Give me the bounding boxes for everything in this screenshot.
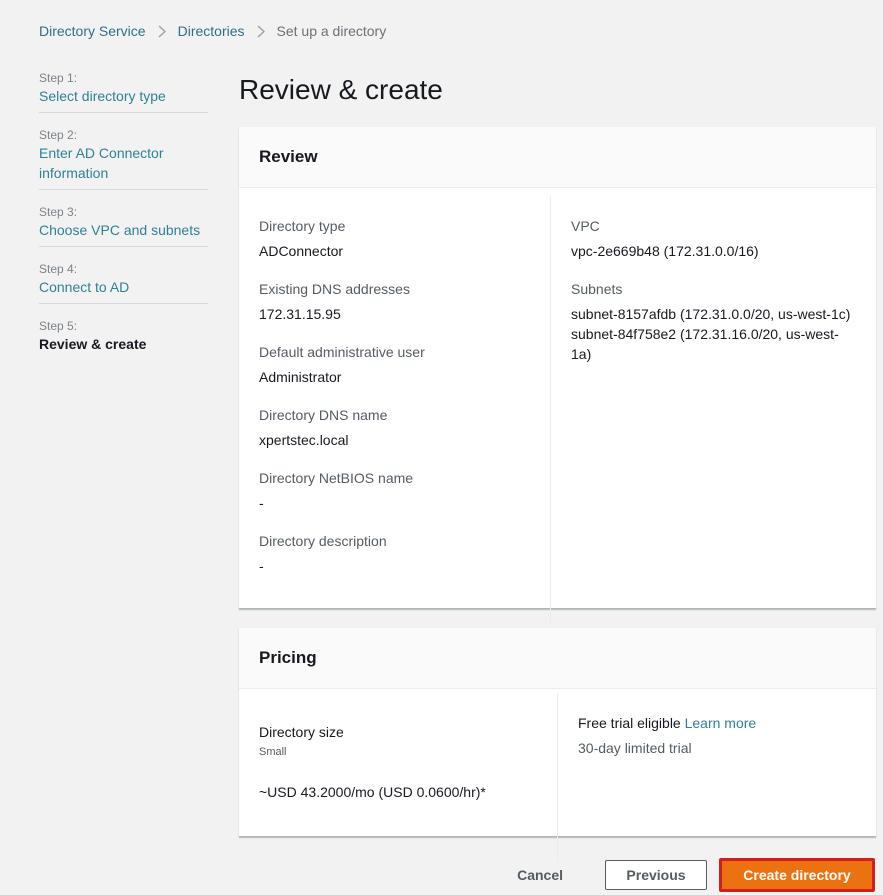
subnet-value: subnet-8157afdb (172.31.0.0/20, us-west-… bbox=[571, 306, 851, 322]
wizard-step-5: Step 5: Review & create bbox=[39, 318, 208, 360]
step-link-choose-vpc-subnets[interactable]: Choose VPC and subnets bbox=[39, 220, 208, 240]
wizard-step-2: Step 2: Enter AD Connector information bbox=[39, 127, 208, 190]
field-value: ADConnector bbox=[259, 243, 344, 259]
field-vpc: VPC vpc-2e669b48 (172.31.0.0/16) bbox=[571, 216, 856, 261]
field-value: - bbox=[259, 495, 264, 511]
wizard-step-3: Step 3: Choose VPC and subnets bbox=[39, 204, 208, 247]
directory-size-value: Small bbox=[259, 746, 287, 758]
field-netbios-name: Directory NetBIOS name - bbox=[259, 468, 530, 513]
step-number: Step 1: bbox=[39, 71, 78, 85]
step-link-enter-ad-connector-info[interactable]: Enter AD Connector information bbox=[39, 143, 208, 183]
wizard-step-4: Step 4: Connect to AD bbox=[39, 261, 208, 304]
step-number: Step 4: bbox=[39, 262, 78, 276]
field-label: VPC bbox=[571, 218, 600, 234]
step-number: Step 2: bbox=[39, 128, 78, 142]
step-number: Step 5: bbox=[39, 319, 78, 333]
field-subnets: Subnets subnet-8157afdb (172.31.0.0/20, … bbox=[571, 279, 856, 364]
field-label: Directory DNS name bbox=[259, 407, 388, 423]
cancel-button[interactable]: Cancel bbox=[511, 866, 569, 884]
field-value: vpc-2e669b48 (172.31.0.0/16) bbox=[571, 243, 759, 259]
wizard-step-1: Step 1: Select directory type bbox=[39, 70, 208, 113]
free-trial-line: Free trial eligible Learn more bbox=[578, 713, 856, 733]
breadcrumb-directories[interactable]: Directories bbox=[178, 23, 245, 39]
field-label: Subnets bbox=[571, 281, 623, 297]
field-existing-dns: Existing DNS addresses 172.31.15.95 bbox=[259, 279, 530, 324]
review-right-column: VPC vpc-2e669b48 (172.31.0.0/16) Subnets… bbox=[551, 188, 876, 608]
breadcrumb-current: Set up a directory bbox=[276, 23, 387, 39]
field-directory-dns-name: Directory DNS name xpertstec.local bbox=[259, 405, 530, 450]
directory-size-label: Directory size bbox=[259, 724, 344, 740]
field-directory-type: Directory type ADConnector bbox=[259, 216, 530, 261]
page-title: Review & create bbox=[239, 74, 443, 105]
field-directory-description: Directory description - bbox=[259, 531, 530, 576]
chevron-right-icon bbox=[158, 24, 166, 38]
chevron-right-icon bbox=[257, 24, 265, 38]
price-estimate: ~USD 43.2000/mo (USD 0.0600/hr)* bbox=[259, 784, 486, 800]
subnet-value: subnet-84f758e2 (172.31.16.0/20, us-west… bbox=[571, 326, 839, 362]
field-value: xpertstec.local bbox=[259, 432, 349, 448]
field-value: - bbox=[259, 558, 264, 574]
field-label: Directory description bbox=[259, 533, 387, 549]
breadcrumb-directory-service[interactable]: Directory Service bbox=[39, 23, 146, 39]
pricing-left-column: Directory size Small ~USD 43.2000/mo (US… bbox=[239, 693, 558, 861]
pricing-panel: Pricing Directory size Small ~USD 43.200… bbox=[239, 628, 876, 861]
field-value: Administrator bbox=[259, 369, 342, 385]
step-link-select-directory-type[interactable]: Select directory type bbox=[39, 86, 208, 106]
breadcrumb: Directory Service Directories Set up a d… bbox=[39, 23, 386, 39]
review-left-column: Directory type ADConnector Existing DNS … bbox=[239, 196, 551, 624]
trial-description: 30-day limited trial bbox=[578, 740, 692, 756]
field-label: Default administrative user bbox=[259, 344, 425, 360]
field-value: 172.31.15.95 bbox=[259, 306, 341, 322]
free-trial-text: Free trial eligible bbox=[578, 715, 681, 731]
step-link-connect-to-ad[interactable]: Connect to AD bbox=[39, 277, 208, 297]
field-label: Directory type bbox=[259, 218, 346, 234]
field-default-admin-user: Default administrative user Administrato… bbox=[259, 342, 530, 387]
step-current-review-create: Review & create bbox=[39, 336, 147, 352]
create-directory-button[interactable]: Create directory bbox=[719, 858, 875, 892]
previous-button[interactable]: Previous bbox=[605, 860, 707, 890]
field-label: Existing DNS addresses bbox=[259, 281, 410, 297]
pricing-panel-title: Pricing bbox=[239, 628, 876, 689]
review-panel: Review Directory type ADConnector Existi… bbox=[239, 127, 876, 624]
wizard-steps: Step 1: Select directory type Step 2: En… bbox=[39, 70, 208, 374]
review-panel-title: Review bbox=[239, 127, 876, 188]
pricing-right-column: Free trial eligible Learn more 30-day li… bbox=[558, 689, 876, 836]
learn-more-link[interactable]: Learn more bbox=[685, 715, 757, 731]
field-label: Directory NetBIOS name bbox=[259, 470, 414, 486]
wizard-actions: Cancel Previous Create directory bbox=[511, 858, 875, 892]
step-number: Step 3: bbox=[39, 205, 78, 219]
